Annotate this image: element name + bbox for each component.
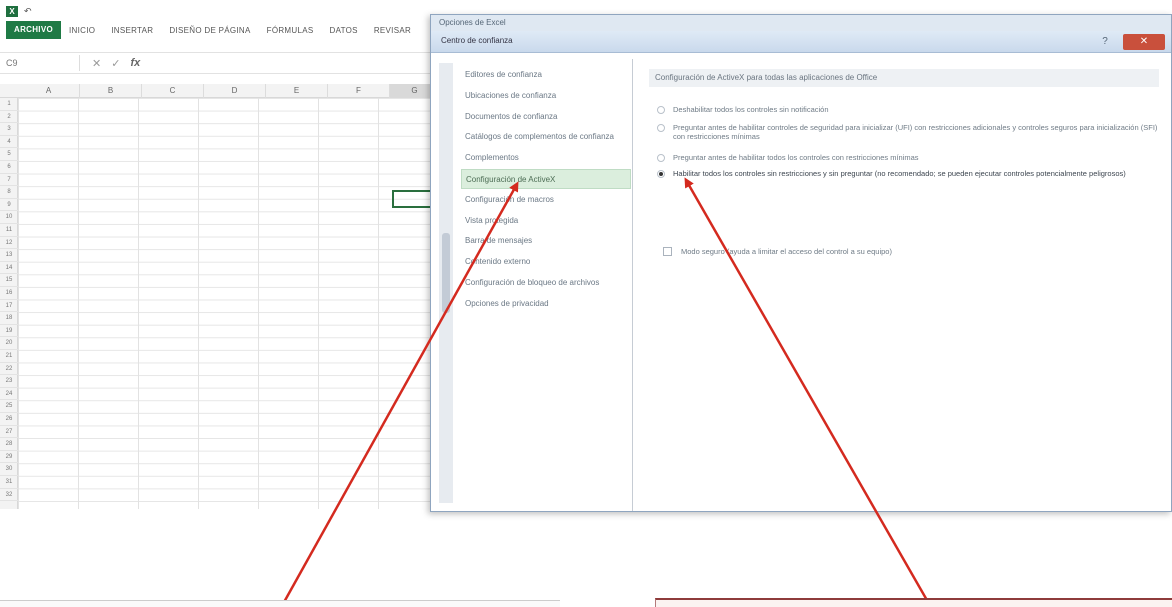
row-header[interactable]: 18: [0, 312, 18, 325]
option-label: Preguntar antes de habilitar controles d…: [673, 123, 1158, 141]
radio-button-selected[interactable]: [657, 170, 665, 178]
row-header[interactable]: 19: [0, 325, 18, 338]
dialog-title: Centro de confianza: [441, 36, 513, 45]
column-header[interactable]: C: [142, 84, 204, 98]
enter-icon[interactable]: ✓: [111, 57, 120, 70]
nav-item-5[interactable]: Configuración de ActiveX: [461, 169, 631, 189]
trust-center-nav: Editores de confianza Ubicaciones de conf…: [455, 59, 633, 511]
scrollbar-thumb[interactable]: [442, 233, 450, 313]
insert-function-icon[interactable]: fx: [130, 57, 140, 70]
column-header[interactable]: E: [266, 84, 328, 98]
radio-button[interactable]: [657, 124, 665, 132]
row-header[interactable]: 22: [0, 363, 18, 376]
nav-item-0[interactable]: Editores de confianza: [461, 65, 631, 85]
row-header[interactable]: 13: [0, 249, 18, 262]
options-dialog-title: Opciones de Excel: [431, 15, 1171, 31]
column-header[interactable]: F: [328, 84, 390, 98]
nav-item-7[interactable]: Vista protegida: [461, 211, 631, 231]
radio-button[interactable]: [657, 106, 665, 114]
row-header[interactable]: 28: [0, 438, 18, 451]
tab-diseno-pagina[interactable]: DISEÑO DE PÁGINA: [161, 26, 258, 35]
row-header[interactable]: 11: [0, 224, 18, 237]
option-prompt-all[interactable]: Preguntar antes de habilitar todos los c…: [657, 153, 1163, 162]
nav-item-3[interactable]: Catálogos de complementos de confianza: [461, 127, 631, 147]
formula-bar: C9 ✕ ✓ fx: [0, 52, 440, 74]
row-headers: 1 2 3 4 5 6 7 8 9 10 11 12 13 14 15 16 17 18 19 20 21 22 23 24 2…: [0, 98, 18, 509]
nav-item-1[interactable]: Ubicaciones de confianza: [461, 86, 631, 106]
nav-item-6[interactable]: Configuración de macros: [461, 190, 631, 210]
option-label: Preguntar antes de habilitar todos los c…: [673, 153, 919, 162]
row-header[interactable]: 26: [0, 413, 18, 426]
option-label: Deshabilitar todos los controles sin not…: [673, 105, 829, 114]
option-enable-all[interactable]: Habilitar todos los controles sin restri…: [657, 169, 1163, 178]
nav-item-4[interactable]: Complementos: [461, 148, 631, 168]
safe-mode-checkbox[interactable]: Modo seguro (ayuda a limitar el acceso d…: [663, 247, 892, 256]
row-header[interactable]: 32: [0, 489, 18, 502]
nav-item-2[interactable]: Documentos de confianza: [461, 107, 631, 127]
row-header[interactable]: 31: [0, 476, 18, 489]
cancel-icon[interactable]: ✕: [92, 57, 101, 70]
caption-box-left: [0, 600, 560, 607]
column-headers: ABCDEFG: [0, 84, 440, 98]
checkbox[interactable]: [663, 247, 672, 256]
activex-settings-panel: Configuración de ActiveX para todas las …: [639, 59, 1167, 511]
row-header[interactable]: 9: [0, 199, 18, 212]
dialog-scrollbar[interactable]: [439, 63, 453, 503]
name-box[interactable]: C9: [0, 55, 80, 71]
row-header[interactable]: 4: [0, 136, 18, 149]
row-header[interactable]: 15: [0, 274, 18, 287]
nav-item-11[interactable]: Opciones de privacidad: [461, 294, 631, 314]
row-header[interactable]: 30: [0, 463, 18, 476]
row-header[interactable]: 7: [0, 174, 18, 187]
row-header[interactable]: 1: [0, 98, 18, 111]
safe-mode-label: Modo seguro (ayuda a limitar el acceso d…: [681, 247, 892, 256]
caption-box-right: [655, 598, 1172, 607]
ribbon-tabs: ARCHIVO INICIO INSERTAR DISEÑO DE PÁGINA…: [0, 20, 440, 40]
row-header[interactable]: 17: [0, 300, 18, 313]
row-header[interactable]: 10: [0, 211, 18, 224]
close-button[interactable]: ✕: [1123, 34, 1165, 50]
nav-item-10[interactable]: Configuración de bloqueo de archivos: [461, 273, 631, 293]
nav-item-9[interactable]: Contenido externo: [461, 252, 631, 272]
trust-center-dialog: Opciones de Excel Centro de confianza ? …: [430, 14, 1172, 512]
dialog-titlebar: Centro de confianza ? ✕: [431, 31, 1171, 53]
tab-archivo[interactable]: ARCHIVO: [6, 21, 61, 39]
row-header[interactable]: 3: [0, 123, 18, 136]
row-header[interactable]: 2: [0, 111, 18, 124]
row-header[interactable]: 8: [0, 186, 18, 199]
radio-button[interactable]: [657, 154, 665, 162]
tab-insertar[interactable]: INSERTAR: [103, 26, 161, 35]
row-header[interactable]: 24: [0, 388, 18, 401]
row-header[interactable]: 6: [0, 161, 18, 174]
tab-revisar[interactable]: REVISAR: [366, 26, 419, 35]
row-header[interactable]: 27: [0, 426, 18, 439]
help-icon[interactable]: ?: [1095, 34, 1115, 50]
worksheet-grid[interactable]: ABCDEFG 1 2 3 4 5 6 7 8 9 10 11 12 13 14 15 16 17 18 19 20 2…: [0, 84, 440, 509]
undo-icon[interactable]: ↶: [24, 6, 32, 17]
tab-inicio[interactable]: INICIO: [61, 26, 103, 35]
option-disable-all[interactable]: Deshabilitar todos los controles sin not…: [657, 105, 1163, 114]
cell-area[interactable]: [18, 98, 440, 509]
row-header[interactable]: 29: [0, 451, 18, 464]
row-header[interactable]: 12: [0, 237, 18, 250]
row-header[interactable]: 25: [0, 400, 18, 413]
tab-formulas[interactable]: FÓRMULAS: [259, 26, 322, 35]
excel-logo-icon: X: [6, 5, 18, 17]
section-header: Configuración de ActiveX para todas las …: [649, 69, 1159, 87]
option-prompt-ufi-sfi[interactable]: Preguntar antes de habilitar controles d…: [657, 123, 1163, 141]
row-header[interactable]: 5: [0, 148, 18, 161]
row-header[interactable]: 14: [0, 262, 18, 275]
row-header[interactable]: 21: [0, 350, 18, 363]
tab-datos[interactable]: DATOS: [322, 26, 366, 35]
row-header[interactable]: 23: [0, 375, 18, 388]
quick-access-toolbar: X ↶: [6, 4, 32, 18]
row-header[interactable]: 16: [0, 287, 18, 300]
column-header[interactable]: D: [204, 84, 266, 98]
column-header[interactable]: B: [80, 84, 142, 98]
column-header[interactable]: A: [18, 84, 80, 98]
option-label: Habilitar todos los controles sin restri…: [673, 169, 1126, 178]
nav-item-8[interactable]: Barra de mensajes: [461, 231, 631, 251]
row-header[interactable]: 20: [0, 337, 18, 350]
